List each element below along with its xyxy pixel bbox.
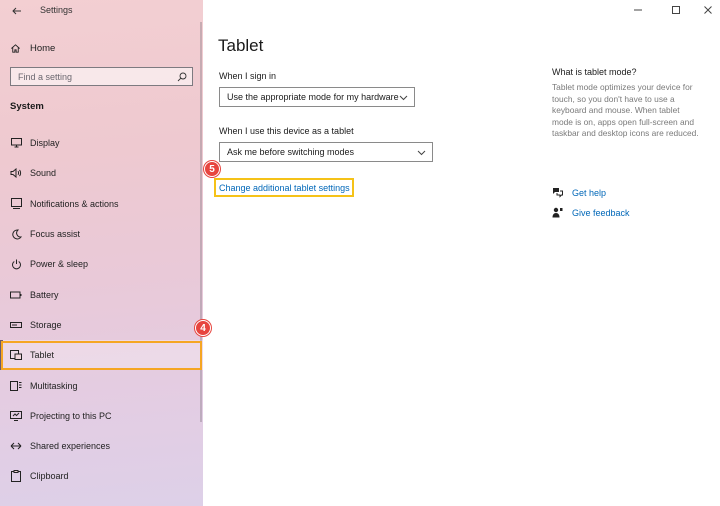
sidebar-item-focus-assist[interactable]: Focus assist [0, 219, 203, 249]
projecting-icon [10, 410, 22, 422]
sidebar-item-label: Sound [30, 168, 57, 179]
sidebar-nav: Display Sound Notifications & actions Fo… [0, 128, 203, 492]
sidebar-scrollbar[interactable] [200, 22, 202, 422]
home-label: Home [30, 42, 56, 54]
chevron-down-icon [399, 95, 408, 101]
page-title: Tablet [218, 36, 264, 55]
section-title: System [10, 101, 44, 112]
clipboard-icon [10, 470, 22, 483]
sidebar-item-label: Tablet [30, 350, 55, 361]
notification-icon [10, 198, 22, 210]
sidebar-item-battery[interactable]: Battery [0, 279, 203, 309]
speaker-icon [10, 167, 22, 179]
maximize-button[interactable] [668, 3, 684, 17]
sidebar-item-label: Storage [30, 319, 62, 330]
step-badge-5: 5 [204, 161, 220, 177]
sidebar-item-multitasking[interactable]: Multitasking [0, 370, 203, 400]
sidebar-item-label: Multitasking [30, 380, 78, 391]
close-button[interactable] [700, 3, 716, 17]
additional-tablet-settings-link[interactable]: Change additional tablet settings [219, 183, 350, 193]
title-bar: Settings [0, 0, 203, 22]
help-description: Tablet mode optimizes your device for to… [552, 82, 699, 139]
sidebar-item-label: Notifications & actions [30, 198, 119, 209]
signin-mode-value: Use the appropriate mode for my hardware [227, 92, 399, 102]
get-help-label: Get help [572, 187, 607, 198]
step-badge-4: 4 [195, 320, 211, 336]
signin-label: When I sign in [219, 71, 277, 81]
monitor-icon [10, 137, 22, 149]
help-title: What is tablet mode? [552, 67, 637, 77]
close-icon [704, 6, 712, 14]
tablet-usage-label: When I use this device as a tablet [219, 126, 354, 136]
sidebar-item-shared-experiences[interactable]: Shared experiences [0, 431, 203, 461]
sidebar-item-label: Power & sleep [30, 259, 89, 270]
storage-icon [10, 319, 22, 331]
sidebar-item-label: Clipboard [30, 471, 69, 482]
app-title: Settings [40, 5, 73, 15]
multitasking-icon [10, 380, 22, 392]
search-box[interactable] [10, 67, 193, 86]
tablet-mode-dropdown[interactable]: Ask me before switching modes [219, 142, 433, 162]
sidebar-item-projecting[interactable]: Projecting to this PC [0, 401, 203, 431]
give-feedback-link[interactable]: Give feedback [552, 207, 630, 218]
back-arrow-icon[interactable] [10, 4, 24, 18]
sidebar-item-label: Display [30, 138, 60, 149]
sidebar-item-sound[interactable]: Sound [0, 158, 203, 188]
sidebar-item-notifications[interactable]: Notifications & actions [0, 189, 203, 219]
sidebar-item-storage[interactable]: Storage [0, 310, 203, 340]
give-feedback-label: Give feedback [572, 207, 630, 218]
moon-icon [10, 228, 22, 240]
power-icon [10, 258, 22, 270]
home-icon [11, 43, 20, 53]
minimize-icon [634, 9, 642, 11]
tablet-mode-value: Ask me before switching modes [227, 147, 355, 157]
sidebar-item-power-sleep[interactable]: Power & sleep [0, 249, 203, 279]
feedback-person-icon [552, 207, 563, 218]
additional-settings-highlight: Change additional tablet settings [214, 178, 354, 197]
home-nav-item[interactable]: Home [10, 40, 55, 56]
sidebar-item-label: Battery [30, 289, 59, 300]
chat-help-icon [553, 188, 563, 198]
search-icon[interactable] [177, 72, 187, 82]
chevron-down-icon [417, 150, 426, 156]
get-help-link[interactable]: Get help [552, 187, 606, 198]
sidebar: Settings Home System Display Sound Notif… [0, 0, 203, 506]
minimize-button[interactable] [630, 3, 646, 17]
maximize-icon [672, 6, 680, 14]
battery-icon [10, 289, 22, 301]
sidebar-item-label: Shared experiences [30, 441, 111, 452]
shared-experiences-icon [10, 440, 22, 452]
sidebar-item-display[interactable]: Display [0, 128, 203, 158]
search-input[interactable] [18, 71, 168, 82]
sidebar-item-label: Focus assist [30, 229, 81, 240]
sidebar-item-label: Projecting to this PC [30, 410, 112, 421]
sidebar-item-clipboard[interactable]: Clipboard [0, 461, 203, 491]
signin-mode-dropdown[interactable]: Use the appropriate mode for my hardware [219, 87, 415, 107]
tablet-icon [10, 349, 22, 361]
sidebar-item-tablet[interactable]: Tablet [0, 340, 203, 371]
